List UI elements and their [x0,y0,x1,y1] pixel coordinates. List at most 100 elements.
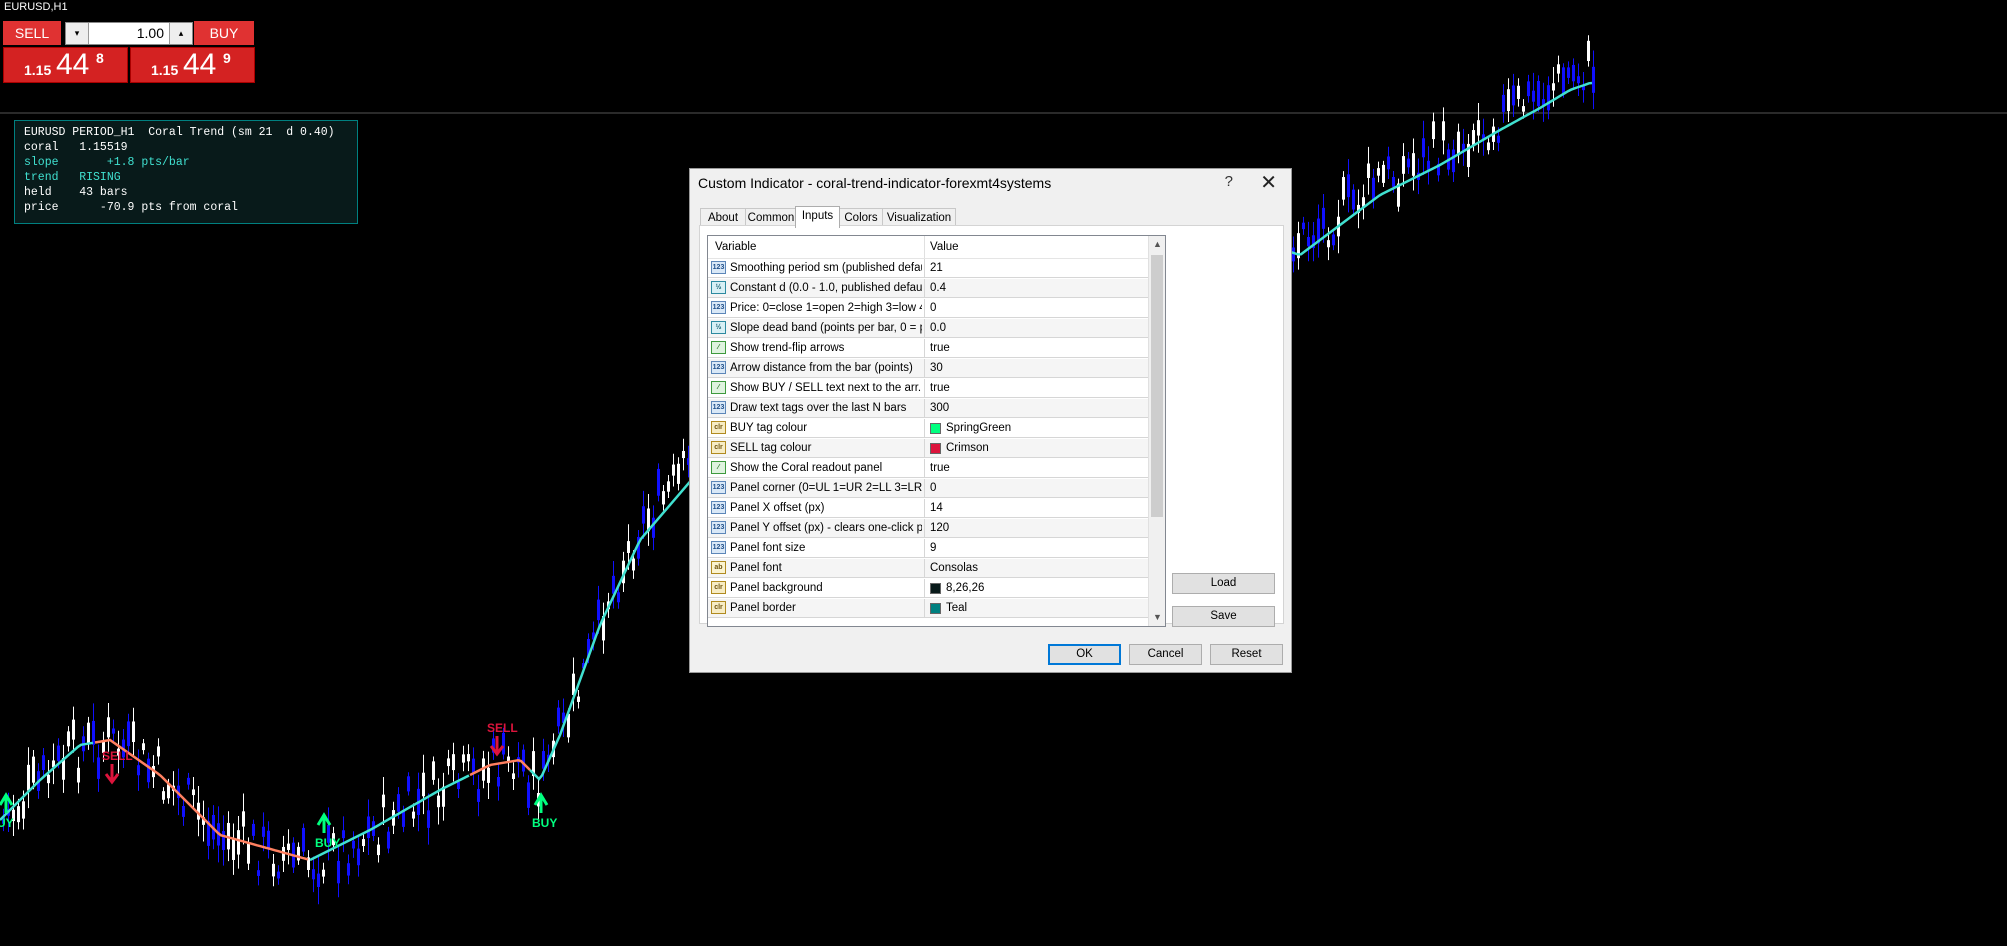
color-swatch[interactable] [930,443,941,454]
bool-type-icon: ⁄ [711,341,726,354]
input-name: Show BUY / SELL text next to the arr... [730,382,922,394]
input-row[interactable]: ⁄ Show BUY / SELL text next to the arr...… [708,379,1148,398]
help-icon[interactable]: ? [1225,173,1233,190]
candle-body [667,481,670,492]
color-swatch[interactable] [930,423,941,434]
candle-body [87,722,90,745]
cell-divider [924,259,925,278]
column-variable[interactable]: Variable [715,236,756,258]
input-name: Draw text tags over the last N bars [730,402,907,414]
input-value[interactable]: 0.0 [930,319,946,338]
candle-body [1302,222,1305,230]
color-swatch[interactable] [930,583,941,594]
candle-body [1517,85,1520,99]
input-value[interactable]: SpringGreen [946,419,1011,438]
inputs-scrollbar[interactable]: ▲ ▼ [1148,236,1165,626]
candle-body [527,782,530,808]
input-row[interactable]: 123 Panel X offset (px) 14 [708,499,1148,518]
input-row[interactable]: 123 Draw text tags over the last N bars 30… [708,399,1148,418]
candle-body [1407,158,1410,168]
color-swatch[interactable] [930,603,941,614]
input-row[interactable]: ½ Slope dead band (points per bar, 0 = p.… [708,319,1148,338]
save-button[interactable]: Save [1172,606,1275,627]
input-row[interactable]: clr BUY tag colour SpringGreen [708,419,1148,438]
load-button[interactable]: Load [1172,573,1275,594]
volume-value[interactable]: 1.00 [137,23,164,44]
candle-body [322,869,325,877]
input-row[interactable]: 123 Price: 0=close 1=open 2=high 3=low 4.… [708,299,1148,318]
input-value[interactable]: true [930,379,950,398]
input-value[interactable]: 9 [930,539,936,558]
input-value[interactable]: 120 [930,519,949,538]
scroll-thumb[interactable] [1151,255,1163,517]
candle-body [1472,130,1475,145]
input-value[interactable]: 8,26,26 [946,579,984,598]
volume-down-icon[interactable]: ▾ [66,23,89,44]
input-row[interactable]: ½ Constant d (0.0 - 1.0, published defaul… [708,279,1148,298]
candle-body [287,843,290,850]
candle-body [432,761,435,780]
input-value[interactable]: Crimson [946,439,989,458]
ok-button[interactable]: OK [1048,644,1121,665]
column-divider[interactable] [924,236,925,258]
input-value[interactable]: true [930,339,950,358]
candle-body [342,830,345,839]
table-header: Variable Value [708,236,1148,259]
buy-price-button[interactable]: 1.15 44 9 [130,47,255,83]
cancel-button[interactable]: Cancel [1129,644,1202,665]
column-value[interactable]: Value [930,236,959,258]
candle-body [402,811,405,827]
input-value[interactable]: 14 [930,499,943,518]
scroll-down-icon[interactable]: ▼ [1149,609,1165,626]
input-row[interactable]: ⁄ Show the Coral readout panel true [708,459,1148,478]
input-value[interactable]: 300 [930,399,949,418]
input-row[interactable]: 123 Panel font size 9 [708,539,1148,558]
input-row[interactable]: 123 Panel Y offset (px) - clears one-clic… [708,519,1148,538]
input-value[interactable]: 30 [930,359,943,378]
candle-body [577,696,580,702]
volume-field[interactable]: ▾ 1.00 ▴ [65,22,193,45]
candle-body [512,773,515,780]
bool-type-icon: ⁄ [711,461,726,474]
candle-body [597,599,600,621]
cell-divider [924,599,925,618]
int-type-icon: 123 [711,261,726,274]
buy-tag-label: BUY [315,836,340,850]
sell-price-button[interactable]: 1.15 44 8 [3,47,128,83]
input-value[interactable]: 0 [930,299,936,318]
input-row[interactable]: ⁄ Show trend-flip arrows true [708,339,1148,358]
scroll-up-icon[interactable]: ▲ [1149,236,1165,253]
input-value[interactable]: Teal [946,599,967,618]
tab-inputs[interactable]: Inputs [795,206,840,228]
input-value[interactable]: 0 [930,479,936,498]
candle-body [1537,80,1540,107]
buy-arrow-icon [533,792,549,813]
input-row[interactable]: 123 Panel corner (0=UL 1=UR 2=LL 3=LR) 0 [708,479,1148,498]
candle-body [272,863,275,877]
candle-body [1377,168,1380,176]
candle-body [302,827,305,852]
candle-body [222,831,225,851]
input-row[interactable]: clr Panel background 8,26,26 [708,579,1148,598]
buy-button[interactable]: BUY [194,21,254,45]
input-row[interactable]: ab Panel font Consolas [708,559,1148,578]
candle-body [312,869,315,880]
input-value[interactable]: 0.4 [930,279,946,298]
input-row[interactable]: clr Panel border Teal [708,599,1148,618]
input-value[interactable]: Consolas [930,559,978,578]
input-value[interactable]: 21 [930,259,943,278]
input-row[interactable]: 123 Arrow distance from the bar (points) 3… [708,359,1148,378]
cell-divider [924,379,925,398]
reset-button[interactable]: Reset [1210,644,1283,665]
cell-divider [924,279,925,298]
close-icon[interactable]: ✕ [1260,170,1277,195]
candle-body [367,816,370,839]
sell-button[interactable]: SELL [3,21,61,45]
input-row[interactable]: 123 Smoothing period sm (published defaul… [708,259,1148,278]
input-value[interactable]: true [930,459,950,478]
candle-body [1512,85,1515,106]
volume-up-icon[interactable]: ▴ [169,23,192,44]
candle-body [42,755,45,771]
input-row[interactable]: clr SELL tag colour Crimson [708,439,1148,458]
candle-body [277,871,280,879]
